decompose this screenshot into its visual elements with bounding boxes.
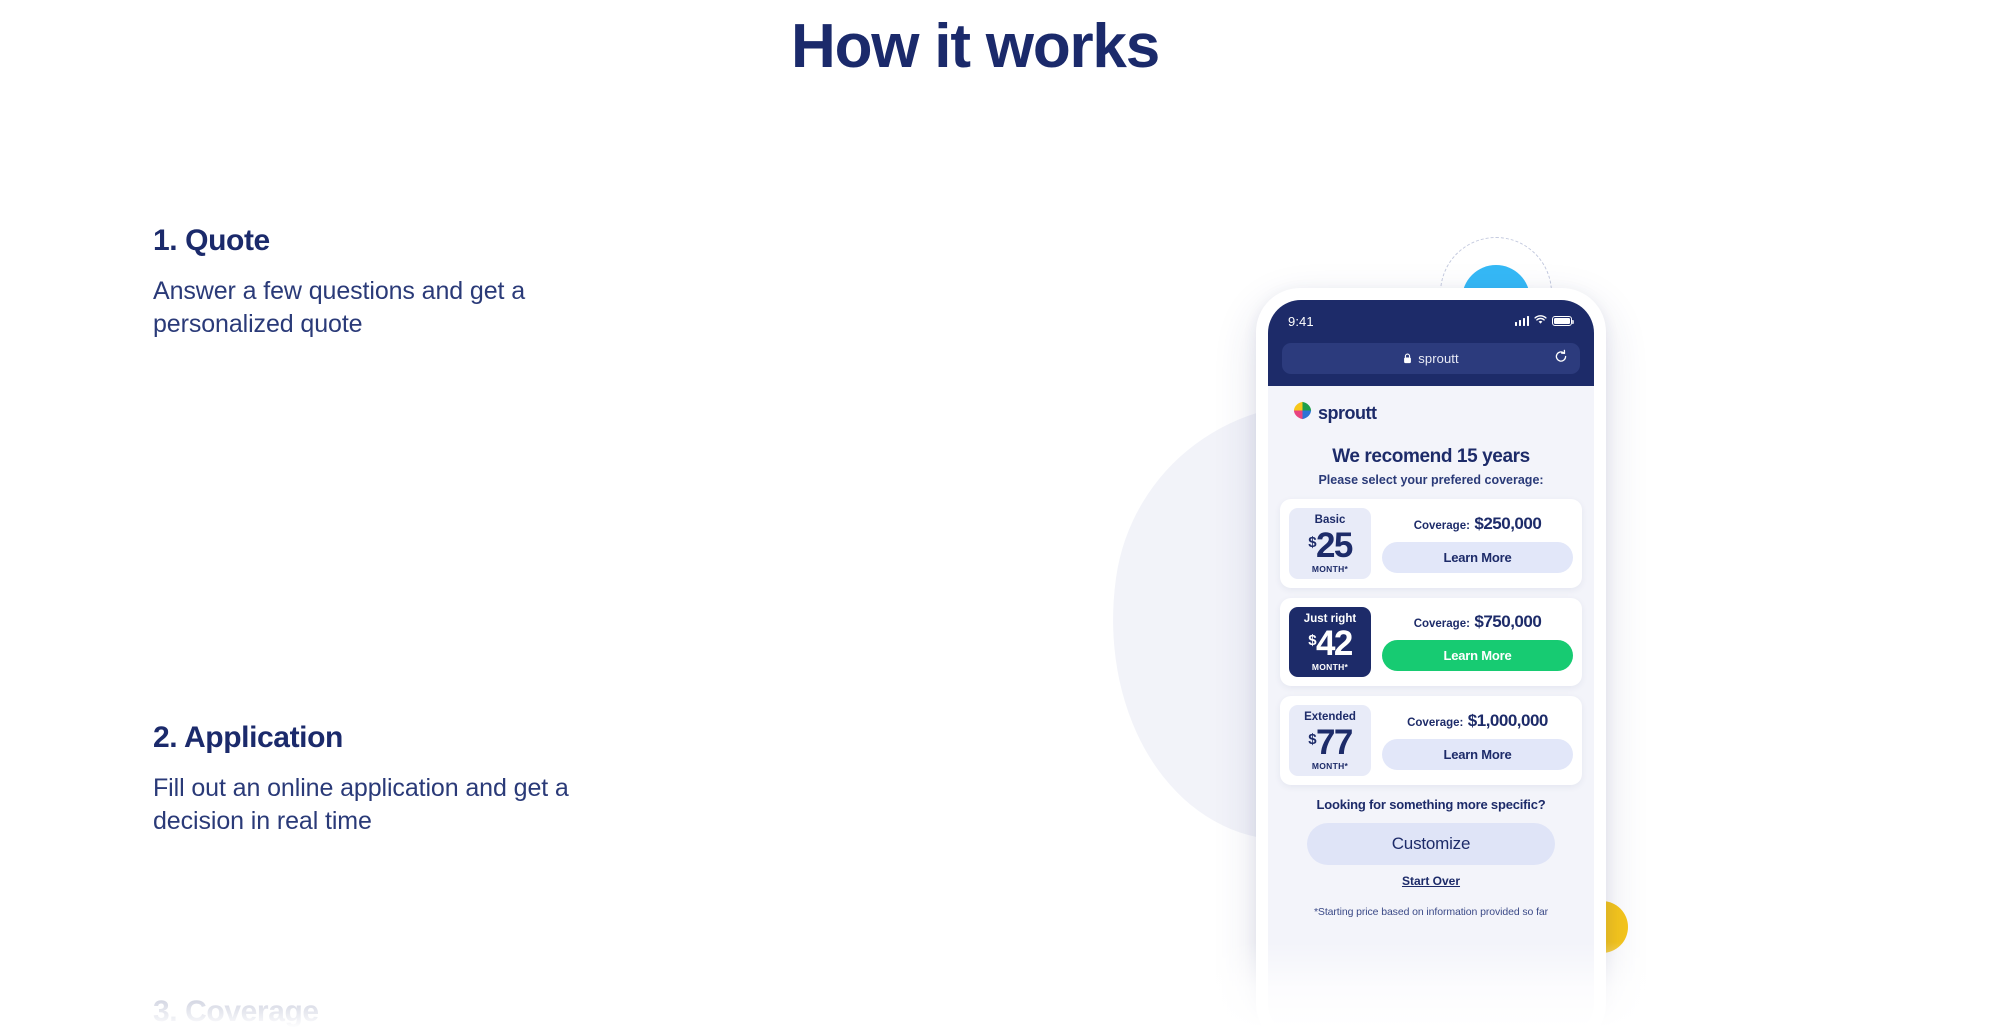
plan-tier-label: Basic [1314,514,1346,526]
coverage-value: $750,000 [1474,612,1542,632]
coverage-value: $1,000,000 [1467,711,1549,731]
plan-details: Coverage: $1,000,000 Learn More [1382,711,1573,771]
step-title: 1. Quote [153,224,270,257]
price-currency: $ [1308,533,1317,551]
battery-icon [1552,315,1574,327]
learn-more-button[interactable]: Learn More [1382,739,1573,771]
reload-icon[interactable] [1554,349,1568,368]
price-period: MONTH* [1311,760,1349,771]
signal-bars-icon [1514,316,1529,326]
recommendation-headline: We recomend 15 years [1332,446,1530,467]
coverage-label: Coverage: [1407,717,1464,730]
lock-icon [1403,352,1412,367]
coverage-label: Coverage: [1413,618,1470,631]
coverage-subheading: Please select your prefered coverage: [1318,473,1544,487]
plan-card-list: Basic $ 25 MONTH* Coverage: $250,000 Lea… [1280,499,1582,785]
learn-more-button[interactable]: Learn More [1382,640,1573,672]
sproutt-brand: sproutt [1280,386,1582,426]
wifi-icon [1534,312,1547,330]
price-amount: 77 [1316,722,1353,762]
step-item-quote: 1. Quote Answer a few questions and get … [153,222,773,341]
sproutt-wordmark: sproutt [1318,402,1377,423]
plan-details: Coverage: $750,000 Learn More [1382,612,1573,672]
status-bar-time: 9:41 [1288,313,1314,329]
status-bar: 9:41 [1268,310,1594,332]
plan-card[interactable]: Just right $ 42 MONTH* Coverage: $750,00… [1280,597,1582,687]
phone-screen: 9:41 sproutt sproutt We recomend 15 year… [1268,300,1594,1028]
learn-more-button[interactable]: Learn More [1382,541,1573,573]
browser-chrome: 9:41 sproutt [1268,300,1594,386]
step-description: Answer a few questions and get a persona… [153,276,526,338]
coverage-label: Coverage: [1413,519,1470,532]
sproutt-leaf-logo-icon [1292,400,1313,426]
plan-price-box: Basic $ 25 MONTH* [1289,508,1371,579]
coverage-value: $250,000 [1474,513,1542,533]
price-amount: 25 [1316,525,1353,565]
quote-page-content: sproutt We recomend 15 years Please sele… [1268,386,1594,1028]
plan-price: $ 42 [1293,626,1367,661]
step-title: 3. Coverage [153,995,319,1028]
phone-mockup: 9:41 sproutt sproutt We recomend 15 year… [1256,288,1606,1028]
how-it-works-section: How it works 1. Quote Answer a few quest… [0,0,2000,1028]
plan-card[interactable]: Extended $ 77 MONTH* Coverage: $1,000,00… [1280,696,1582,785]
plan-card[interactable]: Basic $ 25 MONTH* Coverage: $250,000 Lea… [1280,499,1582,588]
url-text-wrapper: sproutt [1403,350,1459,367]
price-amount: 42 [1316,624,1353,664]
step-item-application: 2. Application Fill out an online applic… [153,719,773,838]
plan-price-box: Extended $ 77 MONTH* [1289,705,1371,776]
step-title: 2. Application [153,721,343,754]
url-bar[interactable]: sproutt [1282,343,1580,374]
page-title: How it works [791,12,1160,81]
plan-details: Coverage: $250,000 Learn More [1382,514,1573,573]
pricing-disclaimer: *Starting price based on information pro… [1313,905,1549,918]
plan-price: $ 77 [1293,725,1367,760]
step-item-coverage: 3. Coverage Once approved, pay online us… [153,993,773,1028]
coverage-line: Coverage: $750,000 [1382,612,1573,632]
price-currency: $ [1308,632,1317,650]
step-description: Fill out an online application and get a… [153,773,569,835]
price-period: MONTH* [1311,662,1349,673]
url-host: sproutt [1418,350,1459,366]
price-currency: $ [1308,730,1317,748]
coverage-line: Coverage: $1,000,000 [1382,711,1573,731]
more-specific-prompt: Looking for something more specific? [1316,796,1546,812]
status-bar-icons [1514,312,1574,330]
start-over-link[interactable]: Start Over [1280,874,1582,888]
coverage-line: Coverage: $250,000 [1382,514,1573,534]
customize-button[interactable]: Customize [1307,822,1555,865]
plan-price-box: Just right $ 42 MONTH* [1289,606,1371,678]
price-period: MONTH* [1311,563,1349,574]
plan-price: $ 25 [1293,528,1367,563]
